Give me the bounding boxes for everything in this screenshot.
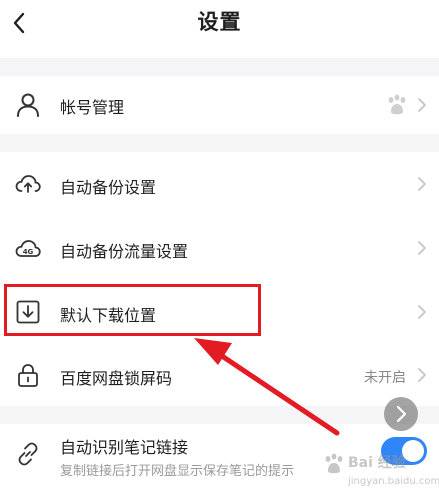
watermark-brand: Bai 经验	[348, 455, 406, 471]
watermark-url: jingyan.baidu.com	[348, 476, 439, 487]
annotation-arrow	[194, 338, 340, 436]
watermark: Bai 经验 jingyan.baidu.com	[318, 448, 439, 498]
baidu-paw-icon	[325, 453, 343, 474]
